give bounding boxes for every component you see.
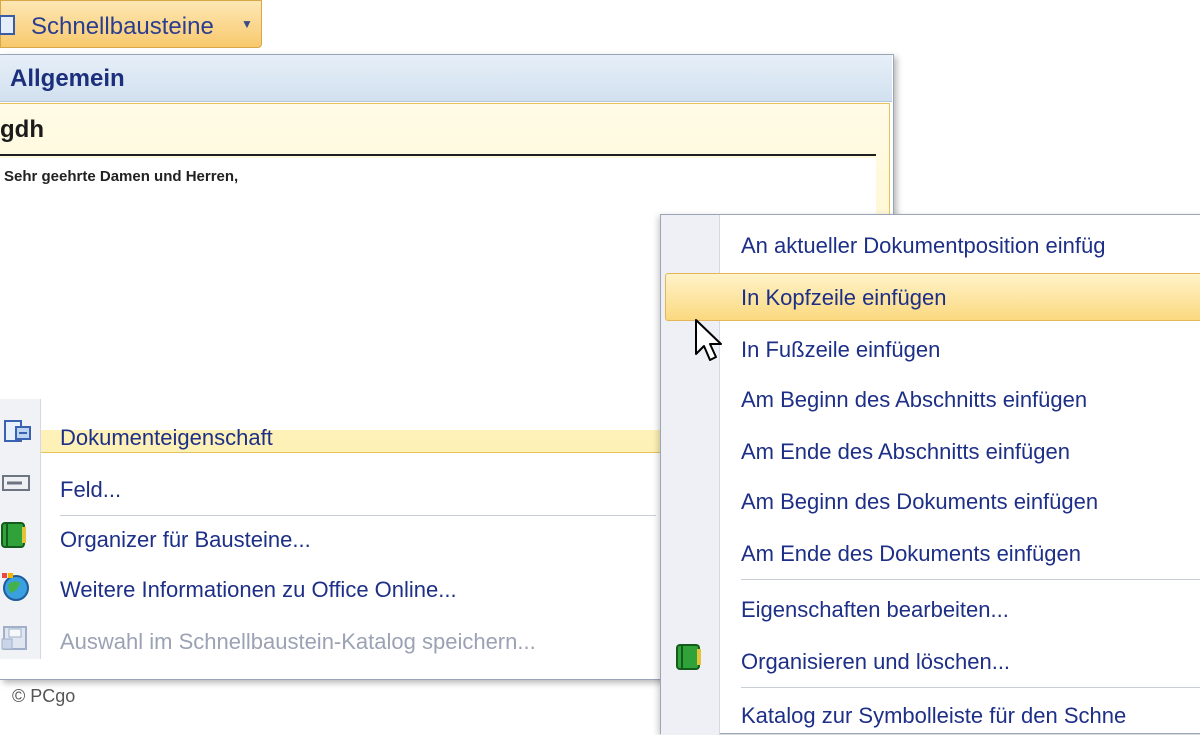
organizer-icon xyxy=(676,644,701,670)
quick-parts-label: Schnellbausteine xyxy=(31,13,214,40)
watermark: © PCgo xyxy=(12,686,76,706)
menu-item-organizer[interactable]: Organizer für Bausteine... xyxy=(60,527,311,553)
menu-item-field[interactable]: Feld... xyxy=(60,477,121,503)
building-block-preview-text: Sehr geehrte Damen und Herren, xyxy=(4,168,239,185)
submenu-item-document-end[interactable]: Am Ende des Dokuments einfügen xyxy=(741,541,1081,567)
building-block-name: gdh xyxy=(0,116,44,143)
chevron-down-icon: ▼ xyxy=(241,17,253,31)
quick-parts-menu: Dokumenteigenschaft Feld... Organizer fü… xyxy=(0,399,660,659)
submenu-item-organize-delete[interactable]: Organisieren und löschen... xyxy=(741,649,1010,675)
quick-parts-icon xyxy=(0,15,15,35)
menu-item-office-online[interactable]: Weitere Informationen zu Office Online..… xyxy=(60,577,457,603)
submenu-item-add-to-toolbar[interactable]: Katalog zur Symbolleiste für den Schne xyxy=(741,703,1126,729)
office-online-globe-icon xyxy=(2,573,29,601)
submenu-item-section-end[interactable]: Am Ende des Abschnitts einfügen xyxy=(741,439,1070,465)
field-icon xyxy=(2,475,30,491)
submenu-separator xyxy=(741,687,1200,688)
submenu-separator xyxy=(741,579,1200,580)
document-property-icon xyxy=(4,420,31,442)
divider xyxy=(0,154,876,156)
submenu-item-header[interactable]: In Kopfzeile einfügen xyxy=(741,285,947,311)
submenu-item-footer[interactable]: In Fußzeile einfügen xyxy=(741,337,940,363)
submenu-item-current-position[interactable]: An aktueller Dokumentposition einfüg xyxy=(741,233,1105,259)
menu-item-document-property[interactable]: Dokumenteigenschaft xyxy=(60,425,273,451)
submenu-item-document-start[interactable]: Am Beginn des Dokuments einfügen xyxy=(741,489,1098,515)
organizer-icon xyxy=(1,522,26,548)
menu-separator xyxy=(60,515,656,516)
save-selection-icon xyxy=(1,626,27,650)
gallery-category-label: Allgemein xyxy=(10,65,125,92)
submenu-item-section-start[interactable]: Am Beginn des Abschnitts einfügen xyxy=(741,387,1087,413)
mouse-cursor-icon xyxy=(695,319,722,361)
submenu-item-edit-properties[interactable]: Eigenschaften bearbeiten... xyxy=(741,597,1009,623)
insert-location-submenu: An aktueller Dokumentposition einfüg In … xyxy=(660,214,1200,735)
menu-item-save-selection[interactable]: Auswahl im Schnellbaustein-Katalog speic… xyxy=(60,629,536,655)
gallery-category-header: Allgemein xyxy=(0,55,892,102)
quick-parts-button[interactable]: Schnellbausteine ▼ xyxy=(0,0,262,48)
